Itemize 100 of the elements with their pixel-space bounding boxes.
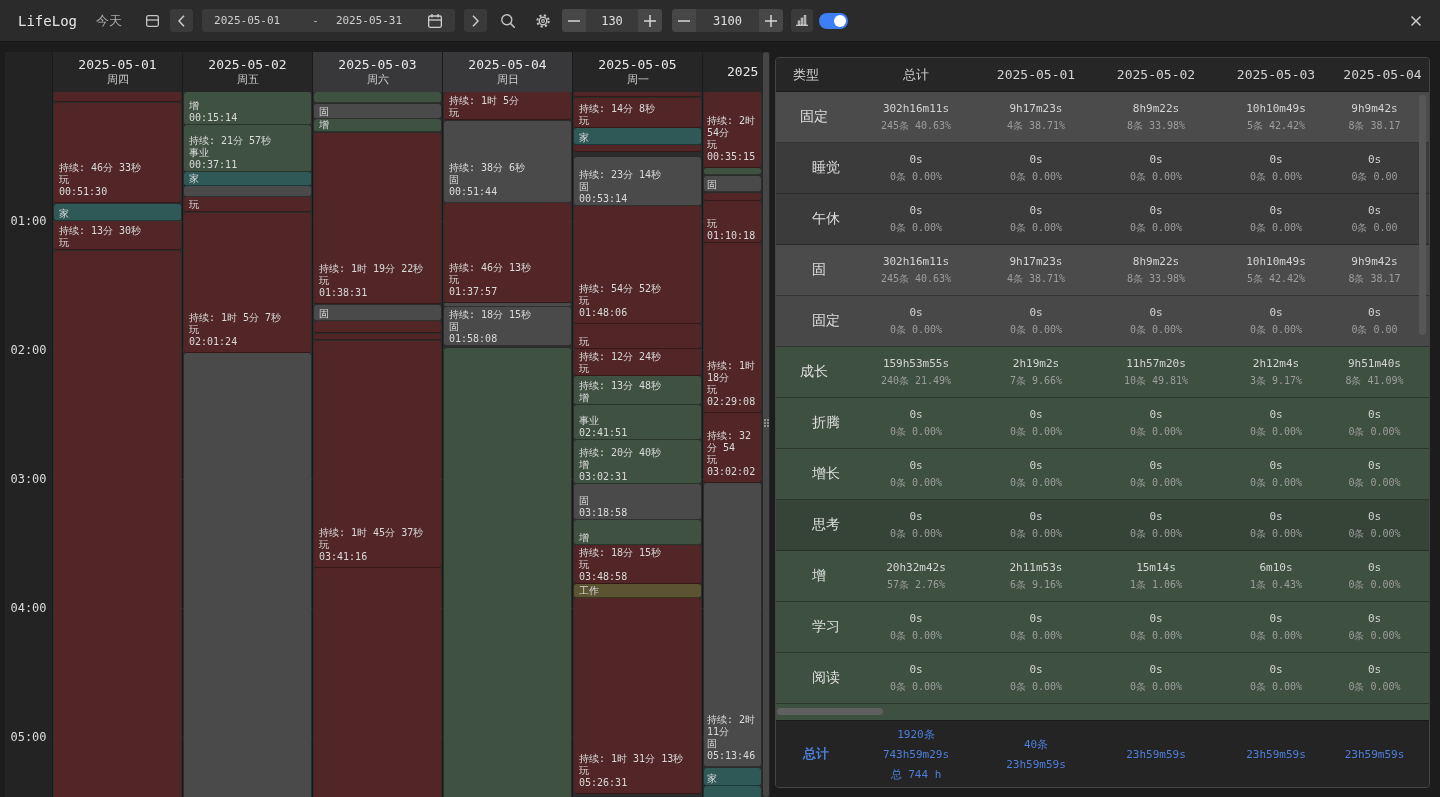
event-block[interactable]: 固 — [314, 305, 441, 321]
event-block[interactable]: 持续: 18分 15秒 固 01:58:08 — [444, 306, 571, 346]
increment-button[interactable] — [638, 9, 662, 32]
table-cell-text: 2h19m2s 7条 9.66% — [1008, 356, 1064, 388]
event-block[interactable]: 持续: 23分 14秒 固 00:53:14 — [574, 156, 701, 207]
event-block[interactable]: 持续: 46分 13秒 玩 01:37:57 — [444, 203, 571, 303]
calendar-icon[interactable] — [428, 13, 442, 28]
event-block[interactable]: 固 — [704, 175, 761, 192]
total-label: 总计 — [801, 745, 830, 763]
row-label: 成长 — [799, 362, 829, 381]
event-block[interactable] — [444, 302, 571, 307]
chart-button[interactable] — [791, 9, 813, 32]
event-block[interactable] — [184, 353, 311, 797]
table-cell-text: 0s 0条 0.00% — [1128, 305, 1184, 337]
end-date-input[interactable]: 2025-05-31 — [335, 14, 403, 27]
event-block[interactable]: 玩 — [184, 197, 311, 213]
event-block[interactable]: 持续: 2时 11分 固 05:13:46 — [704, 483, 761, 767]
minus-icon — [568, 19, 580, 22]
scrollbar-thumb[interactable] — [1419, 95, 1426, 335]
event-block[interactable]: 持续: 1时 18分 玩 02:29:08 — [704, 243, 761, 413]
table-cell-text: 2h11m53s 6条 9.16% — [1008, 560, 1064, 592]
close-icon[interactable] — [1411, 15, 1421, 26]
search-icon[interactable] — [501, 13, 515, 28]
table-cell-text: 0s 0条 0.00% — [1128, 662, 1184, 694]
event-block[interactable]: 持续: 1时 19分 22秒 玩 01:38:31 — [314, 133, 441, 304]
event-block[interactable]: 玩 — [574, 324, 701, 349]
next-button[interactable] — [464, 9, 487, 32]
scrollbar-thumb[interactable] — [763, 52, 769, 797]
event-block[interactable]: 持续: 1时 5分 7秒 玩 02:01:24 — [184, 213, 311, 353]
day-date: 2025-05-05 — [598, 57, 677, 73]
column-header: 总计 — [902, 65, 930, 84]
day-date: 2025 — [727, 64, 759, 80]
total-cell-text: 23h59m59s — [1245, 746, 1307, 763]
event-block[interactable]: 持续: 12分 24秒 玩 — [574, 348, 701, 376]
start-date-input[interactable]: 2025-05-01 — [214, 14, 281, 27]
event-block[interactable]: 固 03:18:58 — [574, 484, 701, 520]
toggle-switch[interactable] — [819, 12, 848, 29]
event-block[interactable]: 持续: 32分 54 玩 03:02:02 — [704, 412, 761, 484]
event-block[interactable]: 持续: 13分 30秒 玩 — [54, 221, 181, 250]
event-block[interactable]: 增 — [574, 519, 701, 545]
event-block[interactable]: 家 — [54, 203, 181, 221]
table-cell-text: 0s 0条 0.00% — [1008, 407, 1064, 439]
prev-button[interactable] — [170, 9, 193, 32]
table-cell-text: 0s 0条 0.00% — [1248, 509, 1304, 541]
date-range-field[interactable]: 2025-05-01 - 2025-05-31 — [202, 9, 455, 32]
event-block[interactable] — [704, 786, 761, 797]
event-block[interactable] — [54, 251, 181, 797]
day-weekday: 周四 — [106, 73, 129, 87]
table-cell-text: 9h9m42s 8条 38.17 — [1347, 101, 1402, 133]
event-block[interactable] — [314, 333, 441, 340]
table-cell-text: 11h57m20s 10条 49.81% — [1122, 356, 1190, 388]
table-cell-text: 0s 0条 0.00% — [1008, 152, 1064, 184]
event-block[interactable]: 家 — [704, 767, 761, 786]
minus-icon — [678, 19, 690, 22]
increment-button[interactable] — [759, 9, 783, 32]
table-cell-text: 0s 0条 0.00% — [1248, 458, 1304, 490]
event-block[interactable]: 持续: 20分 40秒 增 03:02:31 — [574, 439, 701, 485]
number-field[interactable]: 130 — [586, 9, 638, 32]
event-block[interactable]: 持续: 46分 33秒 玩 00:51:30 — [54, 102, 181, 203]
event-block[interactable] — [574, 92, 701, 97]
table-cell-text: 0s 0条 0.00% — [1128, 611, 1184, 643]
table-cell-text: 0s 0条 0.00% — [888, 203, 944, 235]
event-block[interactable]: 持续: 1时 5分 玩 — [444, 92, 571, 120]
scrollbar-thumb[interactable] — [777, 708, 883, 715]
number-field[interactable]: 3100 — [696, 9, 759, 32]
column-header: 2025-05-04 — [1342, 66, 1423, 84]
event-block[interactable] — [704, 167, 761, 175]
time-label: 03:00 — [10, 472, 47, 486]
drag-handle-icon[interactable] — [763, 419, 769, 427]
event-block[interactable]: 持续: 1时 31分 13秒 玩 05:26:31 — [574, 597, 701, 794]
table-cell-text: 0s 0条 0.00% — [1008, 611, 1064, 643]
event-block[interactable]: 持续: 1时 45分 37秒 玩 03:41:16 — [314, 340, 441, 568]
layout-icon[interactable] — [146, 14, 159, 27]
event-block[interactable]: 持续: 13分 48秒 增 — [574, 375, 701, 406]
event-block[interactable]: 增 00:15:14 — [184, 92, 311, 125]
event-block[interactable]: 工作 — [574, 584, 701, 598]
event-block[interactable] — [574, 145, 701, 153]
event-block[interactable]: 持续: 2时 54分 玩 00:35:15 — [704, 92, 761, 168]
event-block[interactable]: 持续: 21分 57秒 事业 00:37:11 — [184, 124, 311, 172]
event-block[interactable]: 持续: 54分 52秒 玩 01:48:06 — [574, 206, 701, 325]
event-block[interactable] — [444, 348, 571, 797]
event-block[interactable]: 持续: 18分 15秒 玩 03:48:58 — [574, 545, 701, 585]
event-block[interactable] — [54, 92, 181, 102]
event-block[interactable]: 玩 01:10:18 — [704, 200, 761, 244]
decrement-button[interactable] — [562, 9, 586, 32]
table-cell-text: 0s 0条 0.00% — [1128, 152, 1184, 184]
row-label: 午休 — [811, 209, 841, 228]
column-header: 2025-05-01 — [995, 66, 1077, 84]
table-cell-text: 0s 0条 0.00% — [1347, 407, 1402, 439]
event-block[interactable]: 持续: 14分 8秒 玩 — [574, 97, 701, 129]
event-block[interactable]: 事业 02:41:51 — [574, 405, 701, 440]
event-block[interactable]: 家 — [574, 128, 701, 145]
decrement-button[interactable] — [672, 9, 696, 32]
settings-icon[interactable] — [536, 13, 550, 28]
event-block[interactable] — [314, 568, 441, 797]
event-block[interactable]: 持续: 38分 6秒 固 00:51:44 — [444, 121, 571, 204]
event-block[interactable] — [314, 92, 441, 103]
event-block[interactable] — [704, 193, 761, 201]
today-button[interactable]: 今天 — [96, 11, 122, 30]
event-block[interactable]: 固 — [314, 103, 441, 119]
